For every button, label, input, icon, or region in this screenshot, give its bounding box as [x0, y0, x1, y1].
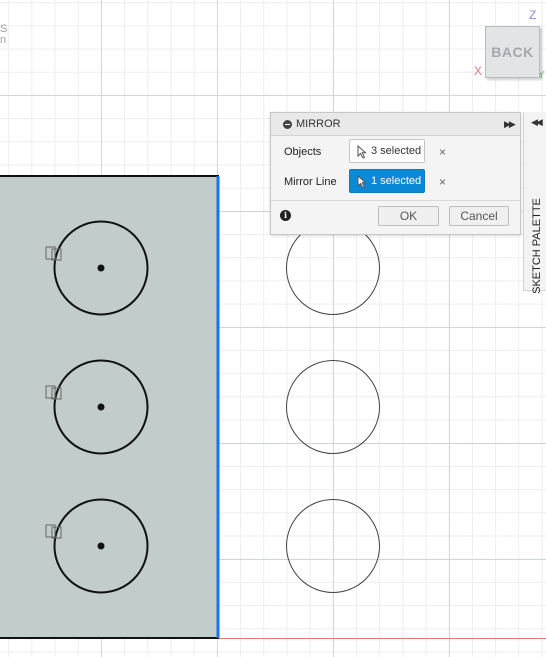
circle-mirror-preview-1	[286, 221, 380, 315]
info-icon[interactable]: i	[280, 210, 291, 221]
clear-objects-icon[interactable]: ×	[439, 145, 446, 159]
rectangle-profile[interactable]	[0, 175, 219, 639]
circle-center-2[interactable]	[97, 403, 105, 411]
sketch-palette-label[interactable]: SKETCH PALETTE	[531, 171, 543, 321]
cancel-button[interactable]: Cancel	[449, 206, 509, 226]
collapse-icon[interactable]	[283, 120, 292, 129]
view-cube[interactable]: BACK	[485, 26, 540, 78]
mirror-line-selected-count: 1 selected	[371, 175, 422, 187]
sketch-geometry	[0, 175, 546, 639]
expand-icon[interactable]: ▶▶	[504, 119, 516, 130]
objects-select-button[interactable]: 3 selected	[349, 139, 425, 163]
objects-selected-count: 3 selected	[371, 145, 422, 157]
dialog-header: MIRROR ▶▶	[271, 113, 520, 136]
dialog-title: MIRROR	[296, 118, 341, 130]
mirror-dialog: MIRROR ▶▶ Objects 3 selected × Mirror Li…	[270, 112, 521, 235]
circle-mirror-preview-3	[286, 499, 380, 593]
cursor-icon	[357, 175, 367, 189]
ok-button[interactable]: OK	[378, 206, 439, 226]
z-axis-label: Z	[529, 8, 537, 22]
circle-mirror-preview-2	[286, 360, 380, 454]
expand-palette-icon[interactable]: ◀◀	[531, 117, 543, 128]
circle-center-3[interactable]	[97, 542, 105, 550]
dialog-divider	[271, 200, 520, 201]
mirror-line-label: Mirror Line	[284, 176, 337, 188]
clear-mirror-line-icon[interactable]: ×	[439, 175, 446, 189]
mirror-line-select-button[interactable]: 1 selected	[349, 169, 425, 193]
sketch-palette-tab[interactable]: ◀◀ SKETCH PALETTE	[523, 112, 546, 294]
circle-center-1[interactable]	[97, 264, 105, 272]
x-axis-label: X	[474, 64, 483, 78]
cursor-icon	[357, 145, 367, 159]
objects-label: Objects	[284, 146, 322, 158]
view-cube-face-label: BACK	[491, 44, 534, 60]
